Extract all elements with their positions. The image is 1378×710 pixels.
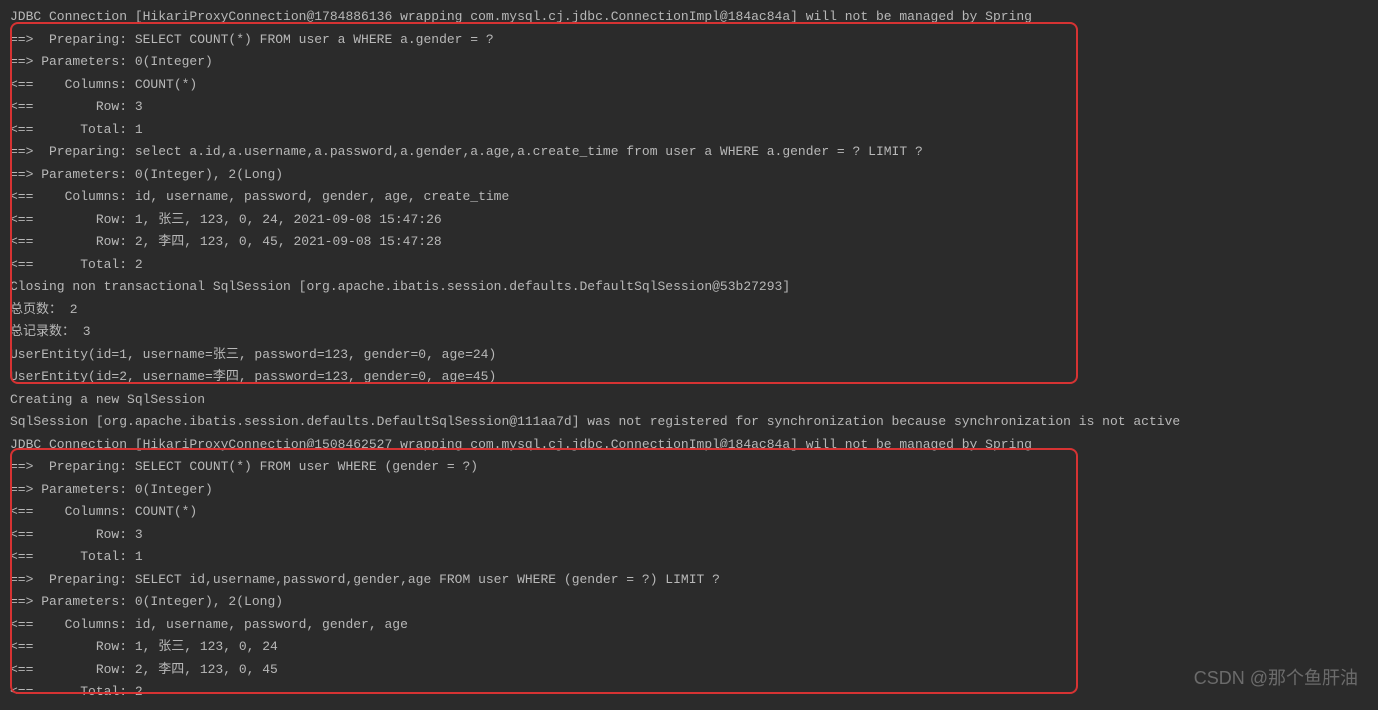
log-line: ==> Preparing: SELECT id,username,passwo… <box>10 569 1368 592</box>
log-line: 总记录数： 3 <box>10 321 1368 344</box>
log-line: <== Row: 1, 张三, 123, 0, 24, 2021-09-08 1… <box>10 209 1368 232</box>
log-line: ==> Preparing: SELECT COUNT(*) FROM user… <box>10 456 1368 479</box>
log-line: 总页数： 2 <box>10 299 1368 322</box>
log-line: <== Columns: COUNT(*) <box>10 74 1368 97</box>
watermark: CSDN @那个鱼肝油 <box>1194 664 1358 690</box>
log-line: <== Columns: COUNT(*) <box>10 501 1368 524</box>
log-line: ==> Parameters: 0(Integer), 2(Long) <box>10 164 1368 187</box>
log-line: <== Row: 2, 李四, 123, 0, 45, 2021-09-08 1… <box>10 231 1368 254</box>
log-line: <== Columns: id, username, password, gen… <box>10 186 1368 209</box>
log-line: <== Total: 1 <box>10 546 1368 569</box>
log-line: UserEntity(id=2, username=李四, password=1… <box>10 366 1368 389</box>
console-output: JDBC Connection [HikariProxyConnection@1… <box>0 0 1378 710</box>
log-line: <== Row: 3 <box>10 96 1368 119</box>
log-line: Closing non transactional SqlSession [or… <box>10 276 1368 299</box>
log-line: <== Total: 2 <box>10 681 1368 704</box>
log-line: <== Columns: id, username, password, gen… <box>10 614 1368 637</box>
log-line: ==> Parameters: 0(Integer) <box>10 479 1368 502</box>
log-line: UserEntity(id=1, username=张三, password=1… <box>10 344 1368 367</box>
log-line: <== Total: 2 <box>10 254 1368 277</box>
log-line: <== Row: 2, 李四, 123, 0, 45 <box>10 659 1368 682</box>
log-line: ==> Preparing: SELECT COUNT(*) FROM user… <box>10 29 1368 52</box>
log-line: JDBC Connection [HikariProxyConnection@1… <box>10 434 1368 457</box>
log-line: Creating a new SqlSession <box>10 389 1368 412</box>
log-line: JDBC Connection [HikariProxyConnection@1… <box>10 6 1368 29</box>
log-line: SqlSession [org.apache.ibatis.session.de… <box>10 411 1368 434</box>
log-line: <== Row: 1, 张三, 123, 0, 24 <box>10 636 1368 659</box>
log-line: ==> Parameters: 0(Integer), 2(Long) <box>10 591 1368 614</box>
log-line: <== Total: 1 <box>10 119 1368 142</box>
log-line: ==> Preparing: select a.id,a.username,a.… <box>10 141 1368 164</box>
log-line: <== Row: 3 <box>10 524 1368 547</box>
log-line: ==> Parameters: 0(Integer) <box>10 51 1368 74</box>
